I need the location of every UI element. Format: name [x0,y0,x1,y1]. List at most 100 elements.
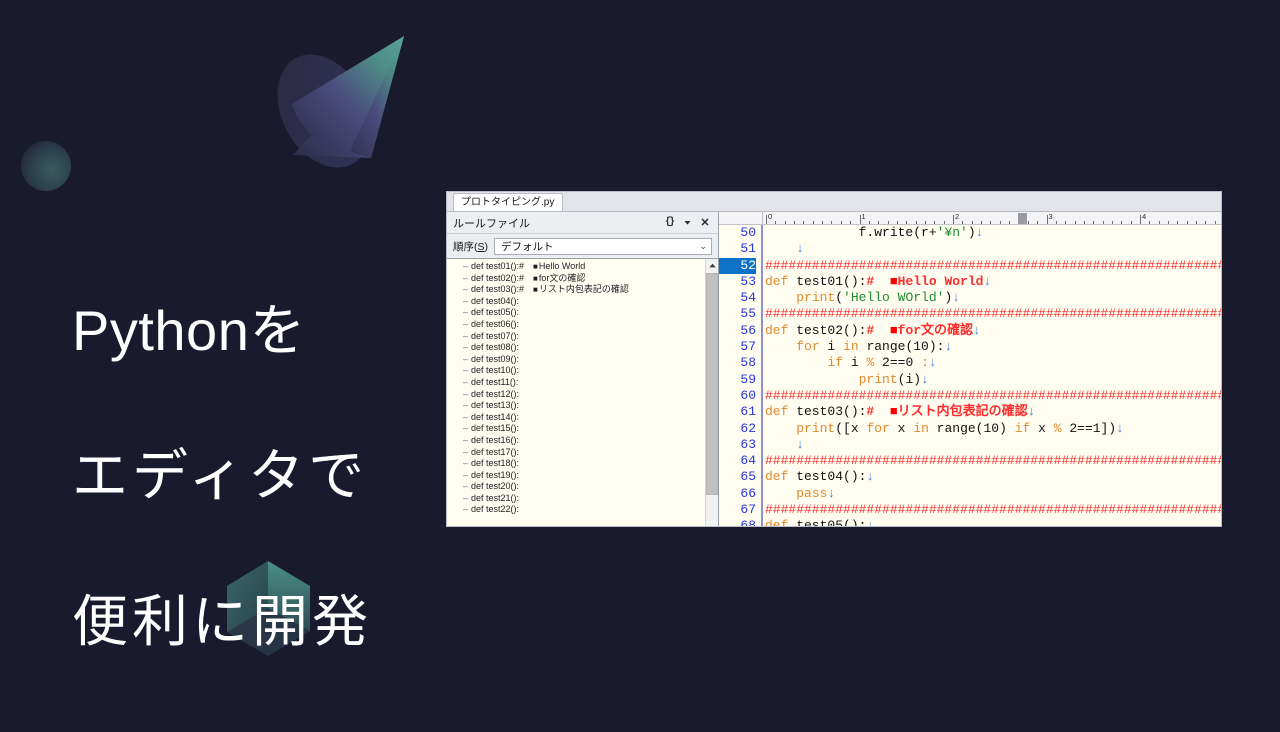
list-item[interactable]: – def test06(): [447,319,705,331]
code-token: test04(): [788,469,867,485]
tree-guide-icon: – [463,481,469,492]
ruler-minor-tick [1214,221,1216,224]
ruler-minor-tick [1009,221,1011,224]
code-line[interactable]: ↓ [763,437,1221,453]
braces-icon[interactable]: {} [660,215,678,231]
tree-guide-icon: – [463,261,469,271]
code-line[interactable]: def test01():# ■Hello World↓ [763,274,1221,290]
ruler-minor-tick [1149,221,1151,224]
code-line[interactable]: ########################################… [763,453,1221,469]
list-item[interactable]: – def test20(): [447,481,705,493]
code-token: ↓ [1027,404,1036,420]
list-item[interactable]: – def test15(): [447,423,705,435]
code-line[interactable]: def test02():# ■for文の確認↓ [763,323,1221,339]
list-item[interactable]: – def test21(): [447,493,705,505]
list-item[interactable]: – def test07(): [447,331,705,343]
list-item[interactable]: – def test22(): [447,504,705,516]
code-line[interactable]: ########################################… [763,502,1221,518]
order-row: 順序(S) デフォルト ⌄ [447,234,718,258]
list-item[interactable]: – def test10(): [447,365,705,377]
list-item[interactable]: – def test09(): [447,354,705,366]
code-line[interactable]: def test03():# ■リスト内包表記の確認↓ [763,404,1221,420]
close-icon[interactable]: ✕ [696,215,714,231]
list-item[interactable]: – def test16(): [447,435,705,447]
code-line[interactable]: if i % 2==0 :↓ [763,355,1221,371]
list-item[interactable]: – def test08(): [447,342,705,354]
ruler-label: 0 [768,212,773,221]
list-item-label: def test11(): [471,376,519,387]
code-line[interactable]: def test05():↓ [763,518,1221,526]
ruler-minor-tick [822,221,824,224]
list-item-label: def test15(): [471,423,520,434]
line-number: 56 [740,322,756,338]
list-item-label: def test17(): [471,446,520,457]
list-item-label: def test12(): [471,388,520,399]
code-token: リスト内包表記の確認 [897,404,1028,420]
line-number: 60 [740,387,756,403]
line-number: 57 [740,339,756,355]
list-item-label: def test01():# [471,261,525,271]
tree-guide-icon: – [463,376,469,387]
code-line[interactable]: def test04():↓ [763,469,1221,485]
order-label: 順序(S) [453,240,489,253]
list-item-comment: ■Hello World [533,261,586,271]
list-item[interactable]: – def test17(): [447,447,705,459]
list-item[interactable]: – def test02():# ■for文の確認 [447,273,705,285]
line-number: 58 [740,355,756,371]
code-line[interactable]: print(i)↓ [763,372,1221,388]
tree-guide-icon: – [463,446,469,457]
code-token: ↓ [952,290,961,306]
code-token: : [921,355,929,371]
line-number: 63 [740,436,756,452]
code-lines[interactable]: f.write(r+'¥n')↓ ↓ ######################… [763,225,1221,526]
code-token: range(10): [858,339,945,355]
code-line[interactable]: ↓ [763,241,1221,257]
code-line[interactable]: ########################################… [763,388,1221,404]
list-item[interactable]: – def test04(): [447,296,705,308]
list-item[interactable]: – def test01():# ■Hello World [447,261,705,273]
ruler-minor-tick [1037,221,1039,224]
code-token: ■ [889,404,898,420]
tree-scrollbar[interactable] [705,259,718,526]
tree-guide-icon: – [463,307,469,318]
code-token: test02(): [788,322,867,338]
list-item[interactable]: – def test18(): [447,458,705,470]
list-item[interactable]: – def test11(): [447,377,705,389]
list-item[interactable]: – def test03():# ■リスト内包表記の確認 [447,284,705,296]
list-item[interactable]: – def test19(): [447,470,705,482]
code-token: # [866,273,890,289]
code-token: print [858,371,898,387]
tree-guide-icon: – [463,342,469,353]
code-token: ↓ [983,273,992,289]
ruler-indent-marker[interactable] [1018,213,1028,224]
tab-bar: プロトタイピング.py [447,192,1221,212]
list-item[interactable]: – def test13(): [447,400,705,412]
ruler-minor-tick [971,221,973,224]
list-item-label: def test19(): [471,469,520,480]
code-line[interactable]: print([x for x in range(10) if x % 2==1]… [763,421,1221,437]
code-line[interactable]: pass↓ [763,486,1221,502]
code-line[interactable]: for i in range(10):↓ [763,339,1221,355]
line-number: 67 [740,502,756,518]
code-line[interactable]: print('Hello WOrld')↓ [763,290,1221,306]
list-item[interactable]: – def test14(): [447,412,705,424]
code-token: for文の確認 [897,322,974,338]
code-line[interactable]: f.write(r+'¥n')↓ [763,225,1221,241]
order-select[interactable]: デフォルト ⌄ [494,237,712,255]
scroll-up-icon[interactable] [706,259,718,272]
rule-tree[interactable]: – def test01():# ■Hello World – def test02()… [447,259,705,526]
ruler-minor-tick [896,221,898,224]
tree-guide-icon: – [463,318,469,329]
code-line[interactable]: ########################################… [763,258,1221,274]
chevron-down-icon[interactable] [678,215,696,231]
ruler-major-tick [766,215,767,224]
code-token: ↓ [796,436,805,452]
tab-prototyping-py[interactable]: プロトタイピング.py [453,193,564,211]
code-line[interactable]: ########################################… [763,306,1221,322]
tree-scrollbar-thumb[interactable] [706,273,718,495]
ruler-minor-tick [794,221,796,224]
list-item-label: def test03():# [471,284,525,295]
list-item[interactable]: – def test12(): [447,389,705,401]
code-area[interactable]: 50 51 52 53 54 55 56 57 58 59 60 61 62 63 64 65 66 67 68 f… [719,225,1221,526]
list-item[interactable]: – def test05(): [447,307,705,319]
